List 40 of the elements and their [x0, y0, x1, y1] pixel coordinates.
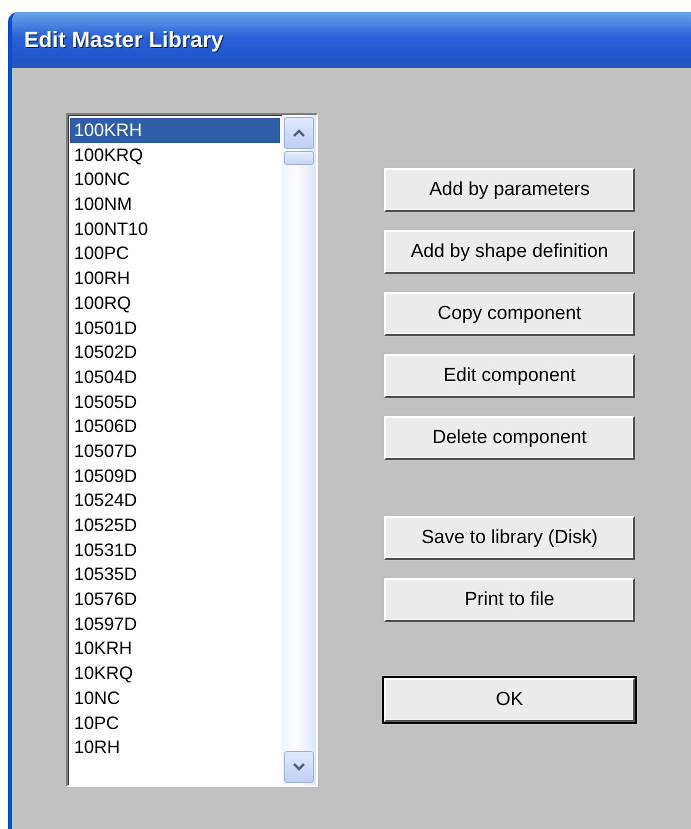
list-item[interactable]: 10506D — [70, 414, 280, 439]
list-item[interactable]: 10524D — [70, 488, 280, 513]
scroll-down-button[interactable] — [284, 751, 314, 783]
component-list[interactable]: 100KRH 100KRQ 100NC 100NM 100NT10 100PC 100RH 100RQ 10501D 10502D 10504D 10505D 10506D 10507D 10509D 10524D 10525D 10531D 10535D 10576D 10597D 10KRH 10KRQ 10NC 10PC 10RH — [66, 113, 318, 787]
list-item[interactable]: 100PC — [70, 241, 280, 266]
list-item[interactable]: 10NC — [70, 686, 280, 710]
dialog-button[interactable]: Save to library (Disk) — [384, 516, 635, 560]
dialog-button[interactable]: Edit component — [384, 354, 635, 398]
list-item[interactable]: 10505D — [70, 390, 280, 414]
dialog-button[interactable]: Add by shape definition — [384, 230, 635, 274]
list-item[interactable]: 100RQ — [70, 290, 280, 316]
list-item[interactable]: 100KRQ — [70, 142, 280, 168]
list-item[interactable]: 10PC — [70, 710, 280, 736]
dialog-button[interactable]: Delete component — [384, 416, 635, 460]
dialog-button[interactable]: Print to file — [384, 578, 635, 622]
list-item[interactable]: 10531D — [70, 538, 280, 562]
list-item[interactable]: 10504D — [70, 364, 280, 390]
list-item[interactable]: 100NT10 — [70, 216, 280, 242]
dialog-button[interactable]: Add by parameters — [384, 168, 635, 212]
list-item[interactable]: 10535D — [70, 562, 280, 588]
list-item[interactable]: 10507D — [70, 438, 280, 464]
list-item[interactable]: 10501D — [70, 316, 280, 340]
scrollbar[interactable] — [282, 115, 316, 785]
list-item[interactable]: 10576D — [70, 587, 280, 612]
list-item[interactable]: 10509D — [70, 464, 280, 488]
list-item[interactable]: 100KRH — [70, 118, 280, 143]
dialog-button[interactable]: OK — [384, 678, 635, 722]
list-item[interactable]: 10KRH — [70, 636, 280, 662]
scroll-up-button[interactable] — [284, 117, 314, 149]
scroll-thumb[interactable] — [284, 151, 314, 165]
list-item[interactable]: 10597D — [70, 612, 280, 636]
list-item[interactable]: 10502D — [70, 340, 280, 365]
list-item[interactable]: 100NM — [70, 192, 280, 217]
list-item[interactable]: 10525D — [70, 513, 280, 538]
list-item[interactable]: 10KRQ — [70, 661, 280, 686]
dialog-button[interactable]: Copy component — [384, 292, 635, 336]
list-item[interactable]: 100RH — [70, 266, 280, 291]
window-title: Edit Master Library — [24, 27, 224, 53]
list-item[interactable]: 100NC — [70, 167, 280, 192]
list-item[interactable]: 10RH — [70, 735, 280, 760]
